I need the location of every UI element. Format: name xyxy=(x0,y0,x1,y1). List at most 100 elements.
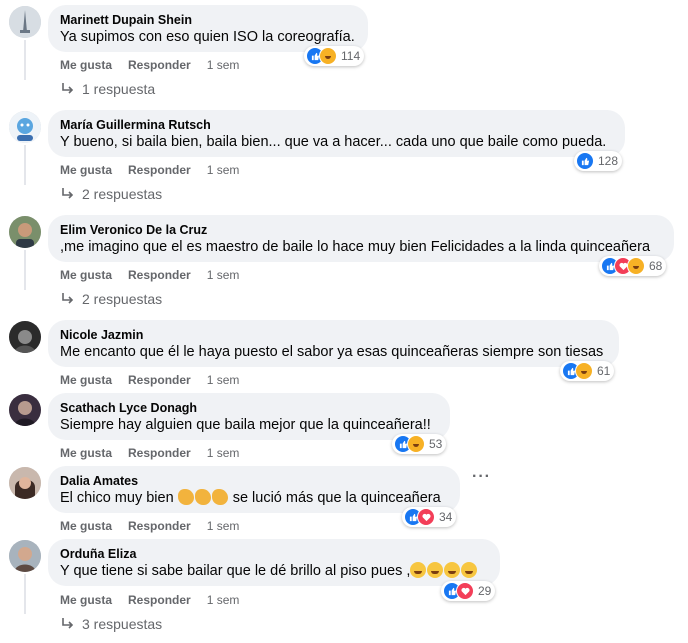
reaction-count: 61 xyxy=(597,364,611,378)
reply-button[interactable]: Responder xyxy=(128,593,191,607)
reaction-summary[interactable]: 53 xyxy=(392,434,447,454)
reply-arrow-icon xyxy=(62,188,74,199)
timestamp[interactable]: 1 sem xyxy=(207,519,240,533)
reaction-summary[interactable]: 34 xyxy=(402,507,457,527)
avatar[interactable] xyxy=(9,540,41,572)
reply-button[interactable]: Responder xyxy=(128,446,191,460)
like-button[interactable]: Me gusta xyxy=(60,446,112,460)
haha-reaction-icon xyxy=(407,435,425,453)
reply-button[interactable]: Responder xyxy=(128,519,191,533)
comment-actions: Me gusta Responder 1 sem xyxy=(60,593,255,607)
timestamp[interactable]: 1 sem xyxy=(207,58,240,72)
reaction-summary[interactable]: 68 xyxy=(599,256,667,276)
avatar[interactable] xyxy=(9,467,41,499)
timestamp[interactable]: 1 sem xyxy=(207,163,240,177)
avatar[interactable] xyxy=(9,216,41,248)
comment-text-end: se lució más que la quinceañera xyxy=(232,490,441,506)
reaction-count: 114 xyxy=(341,49,361,63)
grinning-emoji-icon xyxy=(410,562,427,578)
like-button[interactable]: Me gusta xyxy=(60,373,112,387)
replies-count-label[interactable]: 2 respuestas xyxy=(82,291,162,307)
reply-button[interactable]: Responder xyxy=(128,268,191,282)
reaction-count: 34 xyxy=(439,510,453,524)
reaction-count: 128 xyxy=(598,154,619,168)
reply-arrow-icon xyxy=(62,293,74,304)
comment-text: ,me imagino que el es maestro de baile l… xyxy=(60,239,651,255)
comment-bubble: María Guillermina Rutsch Y bueno, si bai… xyxy=(48,110,625,157)
comment-bubble: Scathach Lyce Donagh Siempre hay alguien… xyxy=(48,393,450,440)
comment-author[interactable]: Marinett Dupain Shein xyxy=(60,12,356,28)
avatar[interactable] xyxy=(9,394,41,426)
view-replies-link[interactable]: 3 respuestas xyxy=(62,616,162,632)
avatar[interactable] xyxy=(9,111,41,143)
like-reaction-icon xyxy=(576,152,594,170)
replies-count-label[interactable]: 2 respuestas xyxy=(82,186,162,202)
comment-text: El chico muy bien se lució más que la qu… xyxy=(60,489,448,508)
avatar[interactable] xyxy=(9,321,41,353)
comment-author[interactable]: Elim Veronico De la Cruz xyxy=(60,222,662,238)
haha-reaction-icon xyxy=(319,47,337,65)
timestamp[interactable]: 1 sem xyxy=(207,446,240,460)
comment-actions: Me gusta Responder 1 sem xyxy=(60,373,255,387)
comment-author[interactable]: Dalia Amates xyxy=(60,473,448,489)
reaction-summary[interactable]: 61 xyxy=(560,361,615,381)
thread-line xyxy=(24,145,26,185)
comment-author[interactable]: Orduña Eliza xyxy=(60,546,488,562)
comment-text: Me encanto que él le haya puesto el sabo… xyxy=(60,344,604,360)
comment-bubble: Marinett Dupain Shein Ya supimos con eso… xyxy=(48,5,368,52)
love-reaction-icon xyxy=(417,508,435,526)
comment-actions: Me gusta Responder 1 sem xyxy=(60,58,255,72)
avatar[interactable] xyxy=(9,6,41,38)
comment-author[interactable]: Scathach Lyce Donagh xyxy=(60,400,438,416)
comment-text: Y bueno, si baila bien, baila bien... qu… xyxy=(60,134,607,150)
thread-line xyxy=(24,40,26,80)
reply-arrow-icon xyxy=(62,83,74,94)
comment-actions: Me gusta Responder 1 sem xyxy=(60,446,255,460)
comment-bubble: Nicole Jazmin Me encanto que él le haya … xyxy=(48,320,619,367)
comment-author[interactable]: Nicole Jazmin xyxy=(60,327,607,343)
reply-arrow-icon xyxy=(62,618,74,629)
more-options-icon[interactable]: ··· xyxy=(472,468,491,486)
comment-bubble: Elim Veronico De la Cruz ,me imagino que… xyxy=(48,215,674,262)
replies-count-label[interactable]: 1 respuesta xyxy=(82,81,155,97)
view-replies-link[interactable]: 2 respuestas xyxy=(62,186,162,202)
reaction-summary[interactable]: 114 xyxy=(304,46,365,66)
timestamp[interactable]: 1 sem xyxy=(207,268,240,282)
comment-actions: Me gusta Responder 1 sem xyxy=(60,519,255,533)
comment-text: Siempre hay alguien que baila mejor que … xyxy=(60,417,431,433)
comment-actions: Me gusta Responder 1 sem xyxy=(60,268,255,282)
reply-button[interactable]: Responder xyxy=(128,163,191,177)
view-replies-link[interactable]: 2 respuestas xyxy=(62,291,162,307)
reaction-summary[interactable]: 128 xyxy=(574,151,623,171)
grinning-emoji-icon xyxy=(427,562,444,578)
comment-author[interactable]: María Guillermina Rutsch xyxy=(60,117,613,133)
like-button[interactable]: Me gusta xyxy=(60,593,112,607)
haha-reaction-icon xyxy=(627,257,645,275)
replies-count-label[interactable]: 3 respuestas xyxy=(82,616,162,632)
timestamp[interactable]: 1 sem xyxy=(207,373,240,387)
grinning-emoji-icon xyxy=(444,562,461,578)
like-button[interactable]: Me gusta xyxy=(60,58,112,72)
thread-line xyxy=(24,250,26,290)
comment-text: Y que tiene si sabe bailar que le dé bri… xyxy=(60,562,488,581)
comment-text: Ya supimos con eso quien ISO la coreogra… xyxy=(60,29,355,45)
reaction-count: 53 xyxy=(429,437,443,451)
comment-text-start: El chico muy bien xyxy=(60,490,174,506)
reaction-count: 29 xyxy=(478,584,492,598)
reply-button[interactable]: Responder xyxy=(128,58,191,72)
timestamp[interactable]: 1 sem xyxy=(207,593,240,607)
reply-button[interactable]: Responder xyxy=(128,373,191,387)
like-button[interactable]: Me gusta xyxy=(60,268,112,282)
comment-bubble: Orduña Eliza Y que tiene si sabe bailar … xyxy=(48,539,500,586)
thread-line xyxy=(24,574,26,614)
love-reaction-icon xyxy=(456,582,474,600)
like-button[interactable]: Me gusta xyxy=(60,163,112,177)
view-replies-link[interactable]: 1 respuesta xyxy=(62,81,155,97)
clapping-hands-emoji-icon xyxy=(211,489,228,505)
haha-reaction-icon xyxy=(575,362,593,380)
reaction-summary[interactable]: 29 xyxy=(441,581,496,601)
clapping-hands-emoji-icon xyxy=(177,489,194,505)
comment-text-start: Y que tiene si sabe bailar que le dé bri… xyxy=(60,563,411,579)
like-button[interactable]: Me gusta xyxy=(60,519,112,533)
comment-actions: Me gusta Responder 1 sem xyxy=(60,163,255,177)
